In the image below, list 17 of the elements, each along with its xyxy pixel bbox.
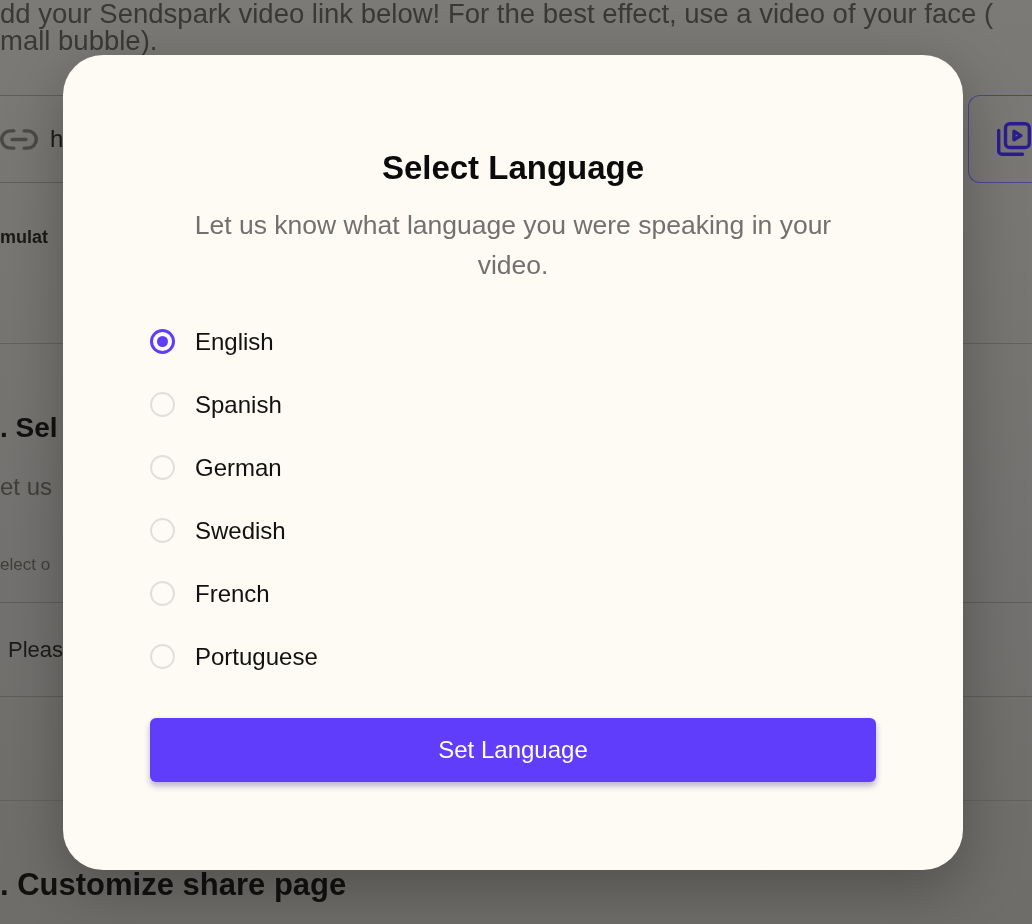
- language-label[interactable]: English: [195, 327, 274, 356]
- language-label[interactable]: German: [195, 453, 282, 482]
- section-heading: . Sel: [0, 411, 59, 445]
- language-label[interactable]: Portuguese: [195, 642, 318, 671]
- language-label[interactable]: Spanish: [195, 390, 282, 419]
- option-label: mulat: [0, 226, 49, 248]
- paragraph-text: dd your Sendspark video link below! For the best effect, use a video of your face (: [0, 0, 995, 27]
- radio-button[interactable]: [150, 329, 175, 354]
- link-icon: [0, 128, 38, 150]
- dialog-title: Select Language: [380, 150, 646, 186]
- language-label[interactable]: Swedish: [195, 516, 286, 545]
- dialog-description: Let us know what language you were speaking in your video.: [193, 209, 833, 282]
- language-label[interactable]: French: [195, 579, 270, 608]
- video-library-icon: [997, 122, 1031, 156]
- video-library-button[interactable]: [968, 95, 1032, 183]
- section-heading: . Customize share page: [0, 868, 348, 902]
- set-language-button[interactable]: Set Language: [150, 718, 876, 782]
